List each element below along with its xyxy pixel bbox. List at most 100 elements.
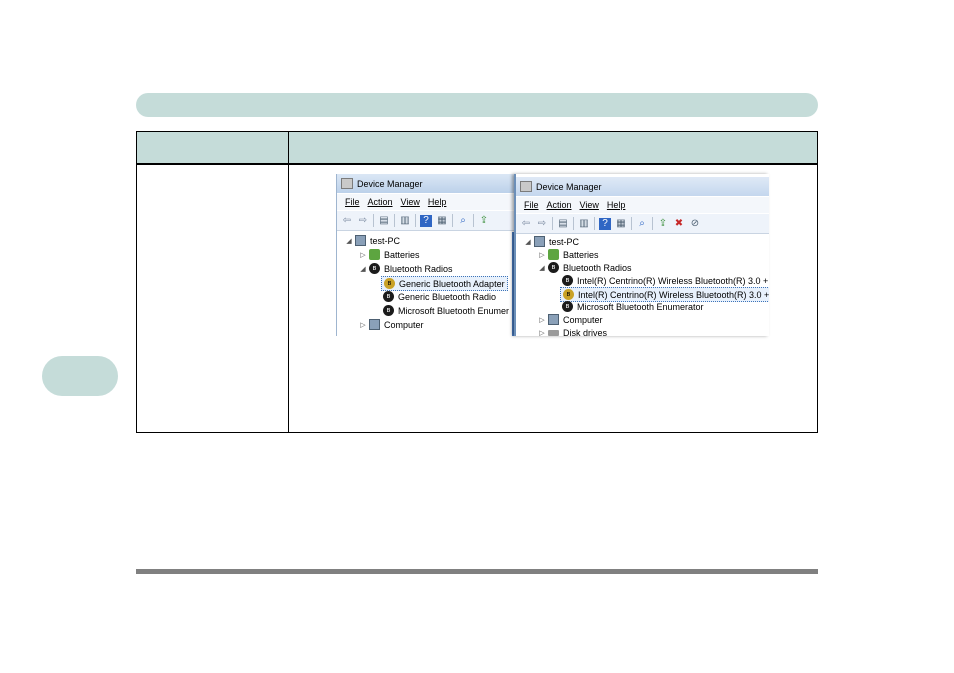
tree-node-computer[interactable]: ▷ Computer [538, 313, 603, 326]
bluetooth-icon: ʙ [562, 301, 573, 312]
tree-label: Intel(R) Centrino(R) Wireless Bluetooth(… [578, 289, 769, 300]
disable-device-icon[interactable]: ⊘ [689, 218, 701, 230]
expand-arrow-icon[interactable]: ◢ [359, 265, 367, 273]
toolbar-separator [652, 217, 653, 230]
update-driver-icon[interactable]: ⇪ [657, 218, 669, 230]
properties-icon[interactable]: ▥ [578, 218, 590, 230]
computer-icon [534, 236, 545, 247]
tree-node-microsoft-bluetooth-enumerator[interactable]: ʙ Microsoft Bluetooth Enumer [381, 304, 509, 317]
tree-node-computer[interactable]: ▷ Computer [359, 318, 424, 331]
bluetooth-icon: ʙ [562, 275, 573, 286]
toolbar-separator [573, 217, 574, 230]
device-manager-icon [341, 178, 353, 189]
toolbar-separator [452, 214, 453, 227]
title-bar[interactable]: Device Manager [337, 174, 516, 193]
tree-label: test-PC [549, 236, 580, 247]
view-icon[interactable]: ▦ [436, 215, 448, 227]
menu-help[interactable]: Help [607, 200, 626, 210]
menu-view[interactable]: View [580, 200, 599, 210]
forward-arrow-icon[interactable]: ⇨ [357, 215, 369, 227]
help-icon[interactable]: ? [599, 217, 611, 230]
show-hide-tree-icon[interactable]: ▤ [557, 218, 569, 230]
bluetooth-warning-icon: ʙ [563, 289, 574, 300]
battery-icon [548, 249, 559, 260]
help-icon[interactable]: ? [420, 214, 432, 227]
tree-node-bluetooth-radios[interactable]: ◢ ʙ Bluetooth Radios [538, 261, 632, 274]
tree-label: Bluetooth Radios [384, 263, 453, 274]
tree-node-batteries[interactable]: ▷ Batteries [359, 248, 420, 261]
tree-label: Batteries [384, 249, 420, 260]
back-arrow-icon[interactable]: ⇦ [341, 215, 353, 227]
collapsed-arrow-icon[interactable]: ▷ [538, 316, 546, 324]
table-column-divider [288, 132, 289, 432]
tree-label: Computer [563, 314, 603, 325]
bluetooth-icon: ʙ [383, 291, 394, 302]
update-driver-icon[interactable]: ⇪ [478, 215, 490, 227]
footer-rule [136, 569, 818, 574]
view-icon[interactable]: ▦ [615, 218, 627, 230]
tree-label: test-PC [370, 235, 401, 246]
monitor-icon [369, 319, 380, 330]
chapter-tab [42, 356, 118, 396]
toolbar-separator [373, 214, 374, 227]
tree-label: Intel(R) Centrino(R) Wireless Bluetooth(… [577, 275, 769, 286]
scan-hardware-icon[interactable]: ⌕ [457, 215, 469, 227]
tree-node-batteries[interactable]: ▷ Batteries [538, 248, 599, 261]
tree-label: Generic Bluetooth Adapter [399, 278, 505, 289]
menu-action[interactable]: Action [547, 200, 572, 210]
window-title: Device Manager [357, 178, 423, 189]
expand-arrow-icon[interactable]: ◢ [538, 264, 546, 272]
collapsed-arrow-icon[interactable]: ▷ [538, 329, 546, 337]
tree-node-generic-bluetooth-radio[interactable]: ʙ Generic Bluetooth Radio [381, 290, 496, 303]
tree-node-microsoft-bluetooth-enumerator[interactable]: ʙ Microsoft Bluetooth Enumerator [560, 300, 704, 313]
toolbar: ⇦ ⇨ ▤ ▥ ? ▦ ⌕ ⇪ [337, 211, 516, 231]
toolbar-separator [631, 217, 632, 230]
tree-node-generic-bluetooth-adapter[interactable]: ʙ Generic Bluetooth Adapter [381, 276, 508, 291]
menu-action[interactable]: Action [368, 197, 393, 207]
bluetooth-icon: ʙ [369, 263, 380, 274]
bluetooth-icon: ʙ [548, 262, 559, 273]
tree-label: Microsoft Bluetooth Enumer [398, 305, 510, 316]
collapsed-arrow-icon[interactable]: ▷ [359, 321, 367, 329]
title-bar[interactable]: Device Manager [516, 177, 769, 196]
toolbar-separator [594, 217, 595, 230]
scan-hardware-icon[interactable]: ⌕ [636, 218, 648, 230]
uninstall-icon[interactable]: ✖ [673, 218, 685, 230]
menu-file[interactable]: File [524, 200, 539, 210]
table-header-row [137, 132, 817, 163]
menu-file[interactable]: File [345, 197, 360, 207]
menu-help[interactable]: Help [428, 197, 447, 207]
tree-node-root[interactable]: ◢ test-PC [345, 234, 400, 247]
toolbar: ⇦ ⇨ ▤ ▥ ? ▦ ⌕ ⇪ ✖ ⊘ [516, 214, 769, 234]
monitor-icon [548, 314, 559, 325]
tree-node-bluetooth-radios[interactable]: ◢ ʙ Bluetooth Radios [359, 262, 453, 275]
tree-label: Bluetooth Radios [563, 262, 632, 273]
menu-bar: File Action View Help [337, 194, 516, 210]
tree-label: Microsoft Bluetooth Enumerator [577, 301, 704, 312]
tree-label: Disk drives [563, 327, 608, 337]
device-manager-window-right: Device Manager File Action View Help ⇦ ⇨… [514, 174, 769, 336]
tree-node-disk-drives[interactable]: ▷ Disk drives [538, 326, 608, 337]
header-band [136, 93, 818, 117]
menu-bar: File Action View Help [516, 197, 769, 213]
collapsed-arrow-icon[interactable]: ▷ [538, 251, 546, 259]
collapsed-arrow-icon[interactable]: ▷ [359, 251, 367, 259]
properties-icon[interactable]: ▥ [399, 215, 411, 227]
tree-label: Batteries [563, 249, 599, 260]
device-manager-icon [520, 181, 532, 192]
bluetooth-icon: ʙ [383, 305, 394, 316]
expand-arrow-icon[interactable]: ◢ [345, 237, 353, 245]
tree-label: Computer [384, 319, 424, 330]
device-tree: ◢ test-PC ▷ Batteries ◢ ʙ Bluetooth Radi… [337, 232, 516, 336]
forward-arrow-icon[interactable]: ⇨ [536, 218, 548, 230]
battery-icon [369, 249, 380, 260]
expand-arrow-icon[interactable]: ◢ [524, 238, 532, 246]
menu-view[interactable]: View [401, 197, 420, 207]
computer-icon [355, 235, 366, 246]
back-arrow-icon[interactable]: ⇦ [520, 218, 532, 230]
show-hide-tree-icon[interactable]: ▤ [378, 215, 390, 227]
tree-node-root[interactable]: ◢ test-PC [524, 235, 579, 248]
tree-node-intel-bluetooth-1[interactable]: ʙ Intel(R) Centrino(R) Wireless Bluetoot… [560, 274, 769, 287]
window-title: Device Manager [536, 181, 602, 192]
table-header-divider [137, 163, 817, 165]
